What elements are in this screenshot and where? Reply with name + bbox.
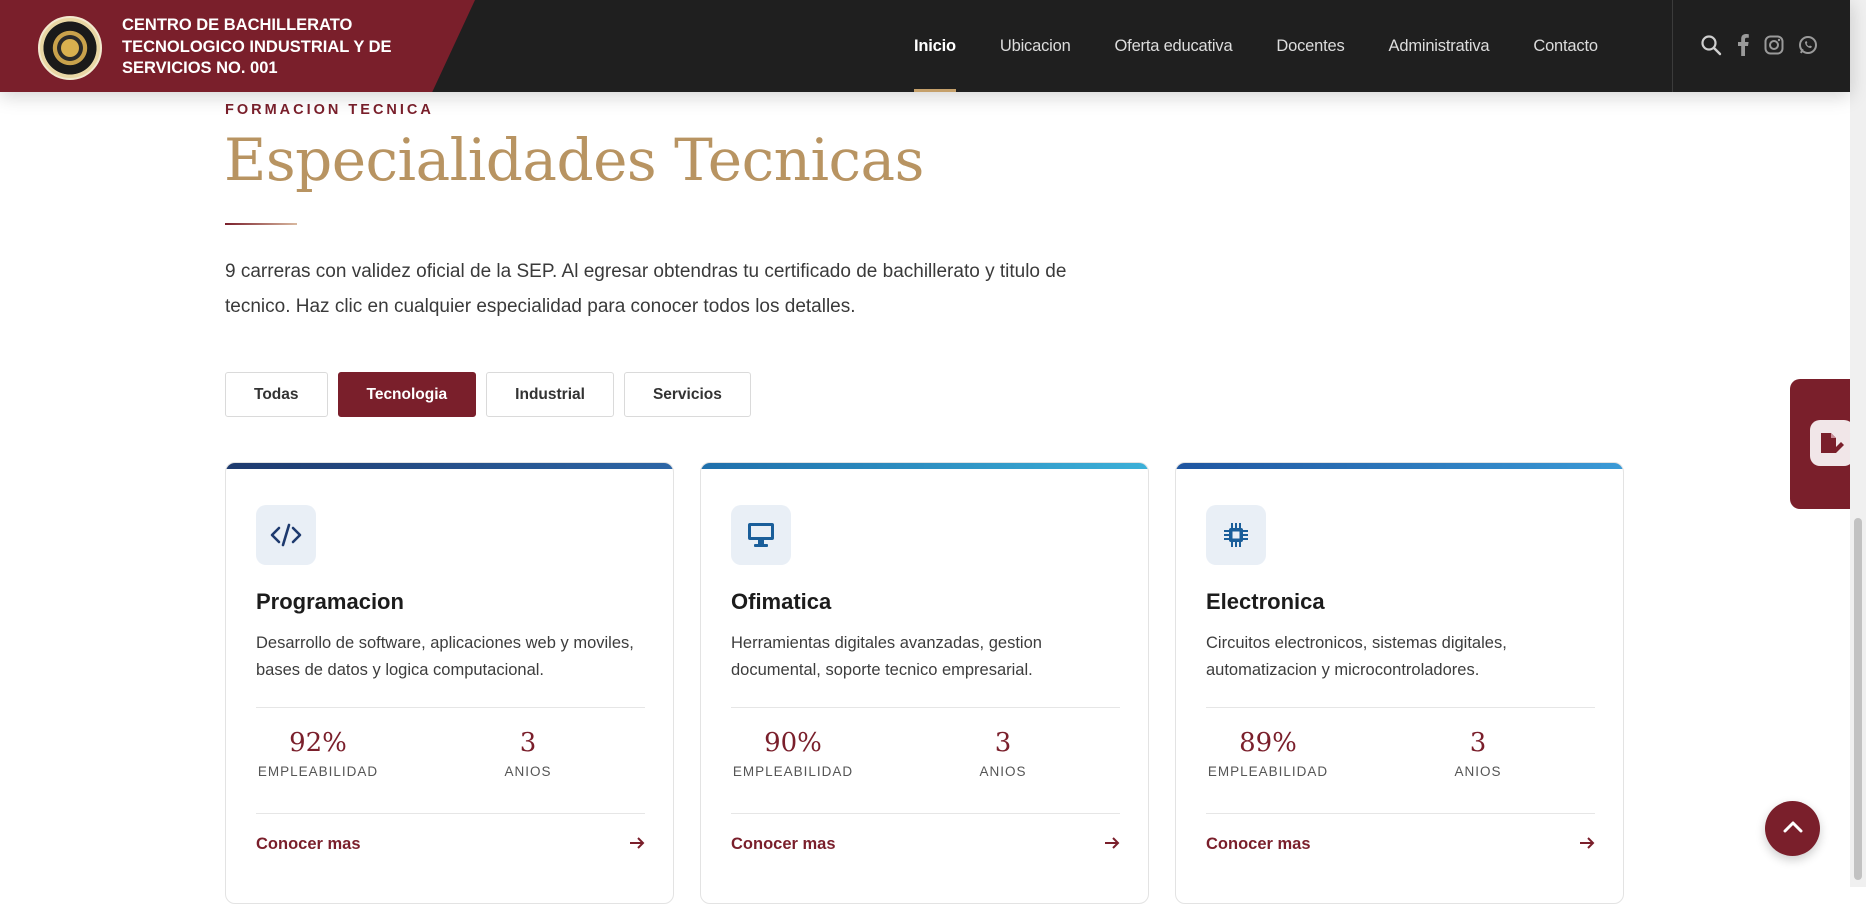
conocer-mas-link[interactable]: Conocer mas	[1206, 835, 1311, 854]
conocer-mas-link[interactable]: Conocer mas	[256, 835, 361, 854]
card-divider	[1206, 813, 1595, 814]
conocer-mas-link[interactable]: Conocer mas	[731, 835, 836, 854]
specialty-card-programacion[interactable]: Programacion Desarrollo de software, apl…	[225, 462, 674, 904]
nav-contacto[interactable]: Contacto	[1533, 0, 1598, 92]
card-divider	[256, 813, 645, 814]
section-title: Especialidades Tecnicas	[224, 126, 924, 194]
years-value: 3	[994, 728, 1012, 758]
card-description: Herramientas digitales avanzadas, gestio…	[731, 634, 1042, 679]
card-divider	[256, 707, 645, 708]
nav-oferta-educativa[interactable]: Oferta educativa	[1115, 0, 1233, 92]
specialty-card-electronica[interactable]: Electronica Circuitos electronicos, sist…	[1175, 462, 1624, 904]
employability-value: 92%	[289, 728, 347, 758]
edit-document-icon	[1810, 420, 1854, 466]
years-label: ANIOS	[1454, 764, 1502, 779]
card-title: Programacion	[256, 589, 404, 614]
years-stat: 3 ANIOS	[438, 728, 618, 779]
arrow-right-icon[interactable]	[629, 835, 645, 856]
brand-name: CENTRO DE BACHILLERATO TECNOLOGICO INDUS…	[122, 16, 392, 77]
employability-label: EMPLEABILIDAD	[732, 764, 854, 779]
section-intro: 9 carreras con validez oficial de la SEP…	[225, 261, 1067, 317]
arrow-right-icon[interactable]	[1579, 835, 1595, 856]
employability-value: 89%	[1239, 728, 1297, 758]
employability-label: EMPLEABILIDAD	[257, 764, 379, 779]
years-label: ANIOS	[979, 764, 1027, 779]
card-description: Desarrollo de software, aplicaciones web…	[256, 634, 634, 679]
chevron-up-icon	[1782, 819, 1804, 838]
card-description: Circuitos electronicos, sistemas digital…	[1206, 634, 1507, 679]
filter-industrial[interactable]: Industrial	[486, 372, 614, 417]
card-divider	[1206, 707, 1595, 708]
nav-inicio[interactable]: Inicio	[914, 0, 956, 92]
card-accent-bar	[226, 463, 673, 469]
whatsapp-icon[interactable]	[1798, 35, 1818, 60]
years-value: 3	[1469, 728, 1487, 758]
instagram-icon[interactable]	[1764, 35, 1784, 60]
filter-tecnologia[interactable]: Tecnologia	[337, 372, 477, 417]
facebook-icon[interactable]	[1736, 34, 1750, 61]
card-accent-bar	[1176, 463, 1623, 469]
card-accent-bar	[701, 463, 1148, 469]
header-icons	[1700, 34, 1832, 61]
header-divider	[1672, 0, 1673, 92]
code-icon	[256, 505, 316, 565]
title-underline	[225, 223, 297, 225]
search-icon[interactable]	[1700, 34, 1722, 61]
years-stat: 3 ANIOS	[1388, 728, 1568, 779]
main-nav: Inicio Ubicacion Oferta educativa Docent…	[914, 0, 1642, 92]
card-title: Ofimatica	[731, 589, 832, 614]
employability-value: 90%	[764, 728, 822, 758]
employability-stat: 89% EMPLEABILIDAD	[1178, 728, 1358, 779]
scrollbar-thumb[interactable]	[1854, 518, 1862, 880]
site-header: CENTRO DE BACHILLERATO TECNOLOGICO INDUS…	[0, 0, 1850, 92]
brand-block[interactable]: CENTRO DE BACHILLERATO TECNOLOGICO INDUS…	[0, 0, 475, 92]
school-logo	[38, 16, 102, 80]
arrow-right-icon[interactable]	[1104, 835, 1120, 856]
filter-servicios[interactable]: Servicios	[623, 372, 751, 417]
card-title: Electronica	[1206, 589, 1325, 614]
nav-docentes[interactable]: Docentes	[1276, 0, 1344, 92]
side-enrollment-tab[interactable]	[1790, 379, 1854, 509]
card-divider	[731, 707, 1120, 708]
filter-todas[interactable]: Todas	[225, 372, 328, 417]
employability-stat: 92% EMPLEABILIDAD	[228, 728, 408, 779]
employability-label: EMPLEABILIDAD	[1207, 764, 1329, 779]
nav-ubicacion[interactable]: Ubicacion	[1000, 0, 1071, 92]
years-value: 3	[519, 728, 537, 758]
employability-stat: 90% EMPLEABILIDAD	[703, 728, 883, 779]
years-label: ANIOS	[504, 764, 552, 779]
chip-icon	[1206, 505, 1266, 565]
page-scrollbar[interactable]	[1850, 0, 1866, 887]
nav-administrativa[interactable]: Administrativa	[1389, 0, 1490, 92]
specialty-filters: Todas Tecnologia Industrial Servicios	[225, 372, 761, 417]
years-stat: 3 ANIOS	[913, 728, 1093, 779]
back-to-top-button[interactable]	[1765, 801, 1820, 856]
monitor-icon	[731, 505, 791, 565]
section-eyebrow: FORMACION TECNICA	[225, 102, 434, 118]
card-divider	[731, 813, 1120, 814]
specialty-card-ofimatica[interactable]: Ofimatica Herramientas digitales avanzad…	[700, 462, 1149, 904]
